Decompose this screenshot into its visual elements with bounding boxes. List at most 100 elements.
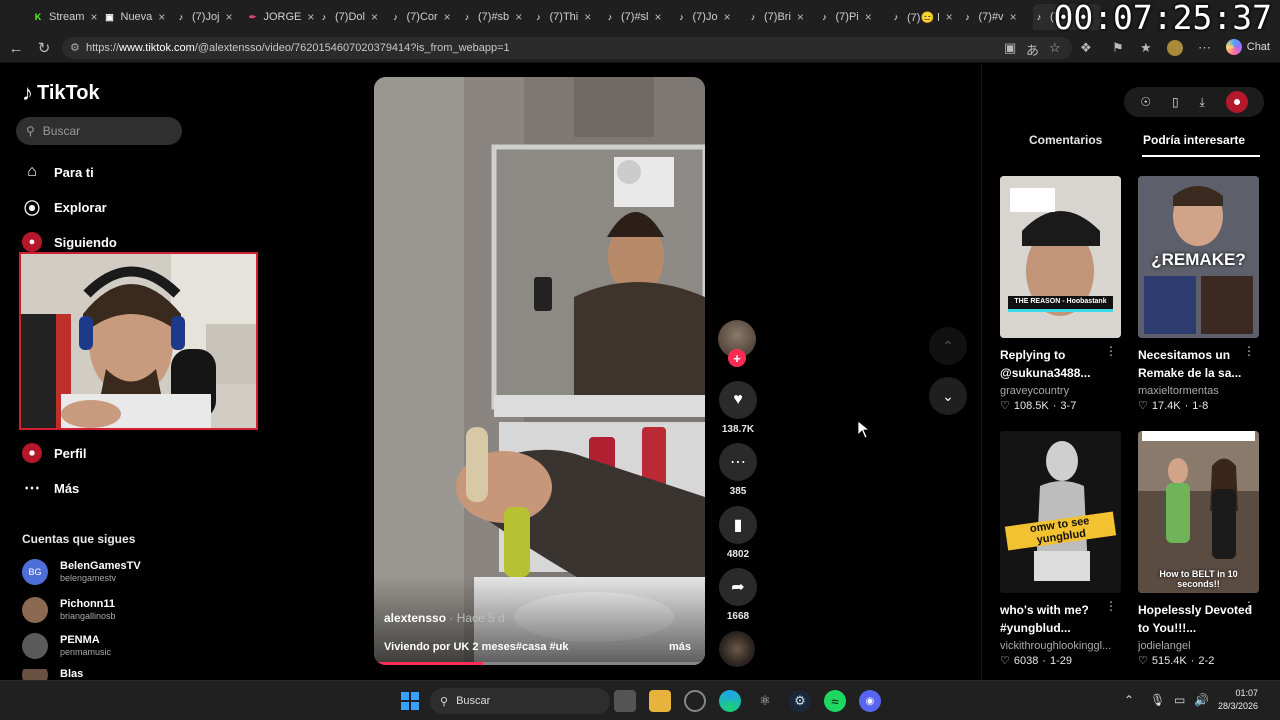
card-user[interactable]: jodielangel (1138, 638, 1259, 654)
tiktok-logo[interactable]: ♪ TikTok (22, 80, 100, 106)
nav-item-para-ti[interactable]: ⌂ Para ti (22, 162, 94, 182)
video-thumbnail[interactable]: ¿REMAKE? (1138, 176, 1259, 338)
video-thumbnail[interactable]: THE REASON - Hoobastank (1000, 176, 1121, 338)
browser-tab[interactable]: ♪ (7)Jo × (676, 4, 744, 30)
card-menu-icon[interactable]: ⋮ (1243, 344, 1255, 358)
edge-browser-icon[interactable] (719, 690, 741, 712)
like-action[interactable]: ♥ 138.7K (718, 381, 758, 435)
video-thumbnail[interactable]: omw to see yungblud (1000, 431, 1121, 593)
steam-icon[interactable]: ⚙ (789, 690, 811, 712)
close-tab-icon[interactable]: × (724, 10, 731, 24)
next-video-button[interactable]: ⌄ (929, 377, 967, 415)
extension-icon[interactable]: ⚑ (1112, 40, 1124, 56)
site-info-icon[interactable]: ⚙ (70, 41, 80, 54)
heart-icon[interactable]: ♥ (719, 381, 757, 419)
browser-tab[interactable]: ▣ Nueva × (104, 4, 172, 30)
recommended-video-card[interactable]: How to BELT in 10 seconds!! ⋮ Hopelessly… (1138, 431, 1259, 669)
spotify-icon[interactable]: ≈ (824, 690, 846, 712)
browser-tab[interactable]: K Stream × (32, 4, 100, 30)
recommended-video-card[interactable]: omw to see yungblud ⋮ who's with me? #yu… (1000, 431, 1121, 669)
browser-tab[interactable]: ♪ (7)#sl × (604, 4, 672, 30)
following-account[interactable]: Pichonn11 briangallinosb (22, 597, 116, 623)
follow-plus-icon[interactable]: + (728, 349, 746, 367)
following-account[interactable]: Blas (22, 669, 83, 680)
card-user[interactable]: maxieltormentas (1138, 383, 1259, 399)
profile-avatar-icon[interactable] (1167, 40, 1183, 56)
close-tab-icon[interactable]: × (797, 10, 804, 24)
extensions-icon[interactable]: ❖ (1080, 40, 1092, 56)
video-more-link[interactable]: más (669, 641, 691, 653)
close-tab-icon[interactable]: × (515, 10, 522, 24)
explore-icon[interactable]: ☉ (1140, 95, 1151, 109)
search-input[interactable]: ⚲ Buscar (16, 117, 182, 145)
card-menu-icon[interactable]: ⋮ (1243, 599, 1255, 613)
tab-podria-interesarte[interactable]: Podría interesarte (1143, 133, 1245, 147)
close-tab-icon[interactable]: × (226, 10, 233, 24)
file-explorer-icon[interactable] (649, 690, 671, 712)
close-tab-icon[interactable]: × (307, 10, 314, 24)
video-username[interactable]: alextensso (384, 611, 446, 625)
share-action[interactable]: ➦ 1668 (718, 568, 758, 622)
browser-tab[interactable]: ♪ (7)Thi × (533, 4, 601, 30)
download-icon[interactable]: ⤓ (1199, 95, 1204, 110)
settings-gear-icon[interactable] (684, 690, 706, 712)
menu-dots-icon[interactable]: ⋯ (1198, 40, 1211, 56)
card-user[interactable]: vickithroughlookinggl... (1000, 638, 1121, 654)
url-field[interactable]: ⚙ https://www.tiktok.com/@alextensso/vid… (62, 37, 1072, 59)
browser-tab[interactable]: ♪ (7)Bri × (747, 4, 815, 30)
nav-item-siguiendo[interactable]: ● Siguiendo (22, 232, 117, 252)
microphone-icon[interactable]: 🎙 (1150, 693, 1165, 707)
network-icon[interactable]: ▭ (1174, 693, 1185, 707)
close-tab-icon[interactable]: × (90, 10, 97, 24)
bookmark-icon[interactable]: ▮ (719, 506, 757, 544)
device-icon[interactable]: ▯ (1172, 95, 1179, 109)
comment-icon[interactable]: ⋯ (719, 443, 757, 481)
nav-item-mas[interactable]: ⋯ Más (22, 478, 79, 498)
recommended-video-card[interactable]: ¿REMAKE? ⋮ Necesitamos un Remake de la s… (1138, 176, 1259, 414)
discord-icon[interactable]: ◉ (859, 690, 881, 712)
video-player[interactable]: alextensso · Hace 5 d Viviendo por UK 2 … (374, 77, 705, 665)
nav-item-perfil[interactable]: Perfil (22, 443, 87, 463)
browser-tab[interactable]: ♪ (7)Joj × (175, 4, 243, 30)
close-tab-icon[interactable]: × (371, 10, 378, 24)
close-tab-icon[interactable]: × (158, 10, 165, 24)
translate-icon[interactable]: あ (1026, 40, 1039, 59)
recommended-video-card[interactable]: THE REASON - Hoobastank ⋮ Replying to @s… (1000, 176, 1121, 414)
browser-tab[interactable]: ♪ (7)#sb × (461, 4, 529, 30)
favorites-icon[interactable]: ★ (1140, 40, 1152, 56)
volume-icon[interactable]: 🔊 (1194, 693, 1209, 707)
close-tab-icon[interactable]: × (1010, 10, 1017, 24)
task-view-icon[interactable] (614, 690, 636, 712)
windows-start-icon[interactable] (399, 690, 421, 712)
following-account[interactable]: PENMA penmamusic (22, 633, 111, 659)
close-tab-icon[interactable]: × (584, 10, 591, 24)
system-clock[interactable]: 01:07 28/3/2026 (1218, 687, 1258, 713)
browser-tab[interactable]: ♪ (7)#v × (962, 4, 1030, 30)
back-icon[interactable]: ← (6, 38, 26, 58)
browser-tab[interactable]: ✒ JORGE × (247, 4, 314, 30)
video-author[interactable]: alextensso · Hace 5 d (384, 611, 505, 625)
browser-tab[interactable]: ♪ (7)Cor × (390, 4, 458, 30)
card-menu-icon[interactable]: ⋮ (1105, 344, 1117, 358)
tray-overflow-icon[interactable]: ⌃ (1124, 693, 1134, 707)
close-tab-icon[interactable]: × (444, 10, 451, 24)
music-disc-icon[interactable] (719, 631, 755, 667)
share-icon[interactable]: ➦ (719, 568, 757, 606)
close-tab-icon[interactable]: × (865, 10, 872, 24)
close-tab-icon[interactable]: × (946, 10, 953, 24)
tab-comentarios[interactable]: Comentarios (1029, 133, 1102, 147)
close-tab-icon[interactable]: × (655, 10, 662, 24)
card-menu-icon[interactable]: ⋮ (1105, 599, 1117, 613)
card-user[interactable]: graveycountry (1000, 383, 1121, 399)
browser-tab[interactable]: ♪ (7)Pi × (819, 4, 887, 30)
nav-item-explorar[interactable]: ⦿ Explorar (22, 197, 107, 219)
save-action[interactable]: ▮ 4802 (718, 506, 758, 560)
favorite-star-icon[interactable]: ☆ (1049, 40, 1061, 56)
video-thumbnail[interactable]: How to BELT in 10 seconds!! (1138, 431, 1259, 593)
taskbar-search[interactable]: ⚲ Buscar (430, 688, 610, 714)
account-avatar[interactable] (1225, 91, 1248, 113)
previous-video-button[interactable]: ⌃ (929, 327, 967, 365)
reload-icon[interactable]: ↻ (34, 38, 54, 58)
browser-tab[interactable]: ♪ (7)Dol × (318, 4, 386, 30)
comment-action[interactable]: ⋯ 385 (718, 443, 758, 497)
